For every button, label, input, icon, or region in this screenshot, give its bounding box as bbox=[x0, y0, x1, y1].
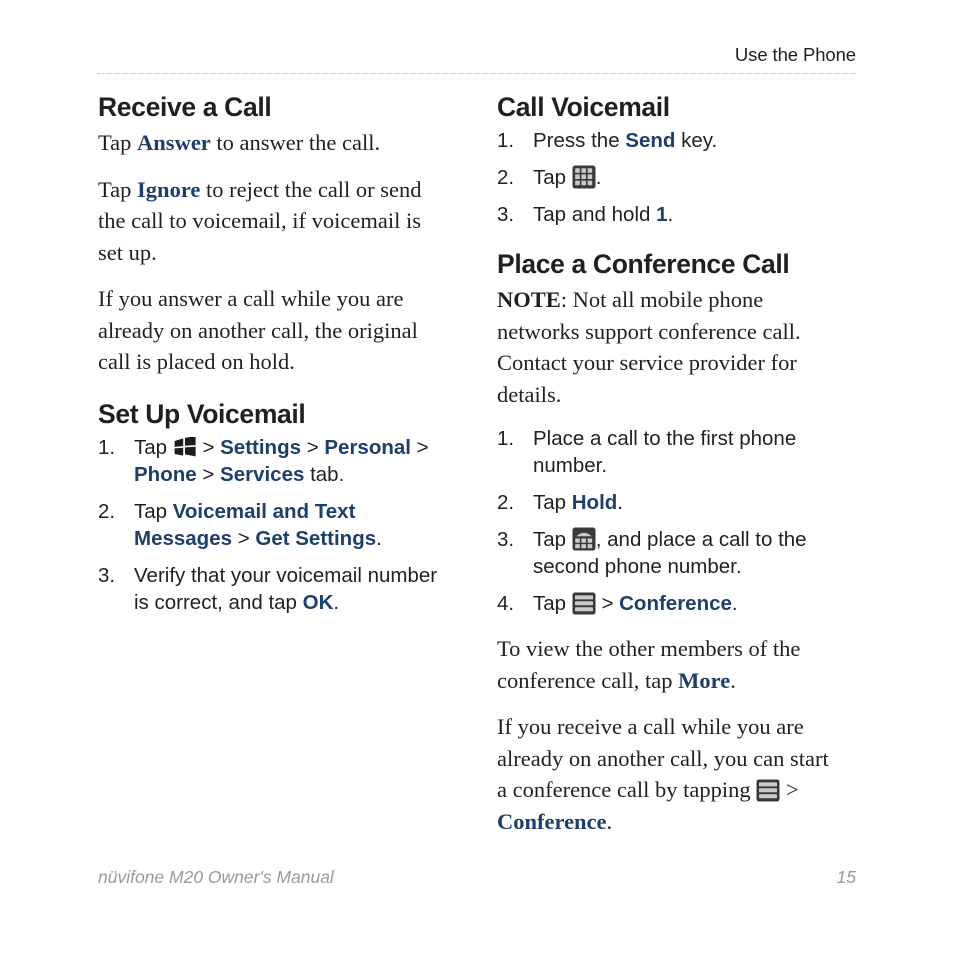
page-header: Use the Phone bbox=[98, 44, 856, 76]
body-paragraph: If you receive a call while you are alre… bbox=[497, 714, 829, 834]
content-section: Set Up Voicemail 1. Tap > Settings > Perso… bbox=[98, 399, 443, 616]
ui-label: Personal bbox=[324, 435, 411, 459]
ui-label: Conference bbox=[497, 808, 607, 834]
step-item: 1. Press the Send key. bbox=[497, 129, 718, 152]
content-section: Place a Conference Call NOTE: Not all mob… bbox=[497, 249, 842, 837]
conference-keypad-icon bbox=[572, 527, 596, 551]
section-heading: Call Voicemail bbox=[497, 92, 670, 122]
step-separator: > bbox=[410, 435, 429, 459]
ui-label: Hold bbox=[571, 491, 618, 514]
ui-label: More bbox=[678, 667, 731, 693]
numbered-step-list: 1. Tap > Settings > Personal > Phone > Se… bbox=[98, 434, 443, 616]
step-item: 3. Verify that your voicemail number is c… bbox=[98, 563, 438, 614]
body-paragraph: Tap Ignore to reject the call or send th… bbox=[98, 176, 422, 265]
step-separator: > bbox=[196, 462, 221, 486]
step-item: 2. Tap Voicemail and Text Messages > Get … bbox=[98, 499, 382, 550]
windows-start-flag-icon bbox=[173, 436, 197, 458]
step-item: 2. Tap . bbox=[497, 165, 602, 189]
content-columns: Receive a Call Tap Answer to answer the c… bbox=[98, 92, 856, 837]
step-number: 2. bbox=[497, 491, 515, 514]
menu-bars-icon bbox=[756, 779, 780, 802]
footer-page-number: 15 bbox=[836, 867, 856, 887]
right-column: Call Voicemail 1. Press the Send key. 2. Tap… bbox=[497, 92, 842, 837]
header-title: Use the Phone bbox=[734, 44, 856, 65]
note-paragraph: NOTE: Not all mobile phone networks supp… bbox=[497, 287, 801, 407]
step-number: 3. bbox=[497, 528, 515, 551]
ui-label: Answer bbox=[137, 130, 211, 155]
manual-page: Use the Phone Receive a Call Tap Answer t… bbox=[0, 0, 954, 954]
step-number: 4. bbox=[497, 592, 515, 615]
content-section: Call Voicemail 1. Press the Send key. 2. Tap… bbox=[497, 92, 842, 228]
body-paragraph: To view the other members of the confere… bbox=[497, 636, 801, 693]
step-number: 1. bbox=[497, 129, 515, 152]
step-number: 3. bbox=[497, 203, 515, 226]
left-column: Receive a Call Tap Answer to answer the c… bbox=[98, 92, 443, 616]
page-footer: nüvifone M20 Owner's Manual 15 bbox=[98, 866, 856, 894]
step-item: 3. Tap , and place a call to the second p… bbox=[497, 527, 807, 578]
header-divider bbox=[98, 73, 856, 74]
section-heading: Receive a Call bbox=[98, 92, 272, 122]
keypad-icon bbox=[572, 165, 596, 189]
ui-label: Get Settings bbox=[255, 526, 377, 550]
ui-label: Ignore bbox=[137, 176, 201, 202]
section-heading: Set Up Voicemail bbox=[98, 398, 306, 429]
ui-label: OK bbox=[302, 590, 334, 614]
menu-bars-icon bbox=[572, 592, 596, 615]
ui-label: Settings bbox=[220, 435, 301, 459]
step-item: 3. Tap and hold 1. bbox=[497, 203, 674, 226]
step-number: 1. bbox=[497, 427, 515, 450]
body-paragraph: Tap Answer to answer the call. bbox=[98, 130, 381, 155]
step-separator: > bbox=[196, 435, 221, 459]
ui-label: 1 bbox=[656, 203, 668, 226]
step-number: 1. bbox=[98, 435, 116, 459]
footer-manual-title: nüvifone M20 Owner's Manual bbox=[98, 867, 334, 887]
body-paragraph: If you answer a call while you are alrea… bbox=[98, 286, 418, 374]
numbered-step-list: 1. Press the Send key. 2. Tap . 3. Tap and ho… bbox=[497, 127, 842, 228]
content-section: Receive a Call Tap Answer to answer the c… bbox=[98, 92, 443, 378]
ui-label: Conference bbox=[619, 592, 732, 615]
step-separator: > bbox=[301, 435, 325, 459]
step-separator: > bbox=[232, 526, 256, 550]
step-item: 1. Place a call to the first phone number… bbox=[497, 427, 797, 477]
step-item: 1. Tap > Settings > Personal > Phone > Se… bbox=[98, 435, 429, 486]
step-number: 3. bbox=[98, 563, 116, 587]
step-item: 2. Tap Hold. bbox=[497, 491, 623, 514]
ui-label: Services bbox=[220, 462, 305, 486]
numbered-step-list: 1. Place a call to the first phone number… bbox=[497, 425, 842, 617]
note-label: NOTE bbox=[497, 287, 561, 312]
step-number: 2. bbox=[497, 166, 515, 189]
step-number: 2. bbox=[98, 499, 116, 523]
section-heading: Place a Conference Call bbox=[497, 249, 790, 279]
ui-label: Phone bbox=[134, 462, 197, 486]
step-separator: > bbox=[595, 592, 620, 615]
step-item: 4. Tap > Conference. bbox=[497, 592, 738, 615]
ui-label: Send bbox=[625, 129, 676, 152]
